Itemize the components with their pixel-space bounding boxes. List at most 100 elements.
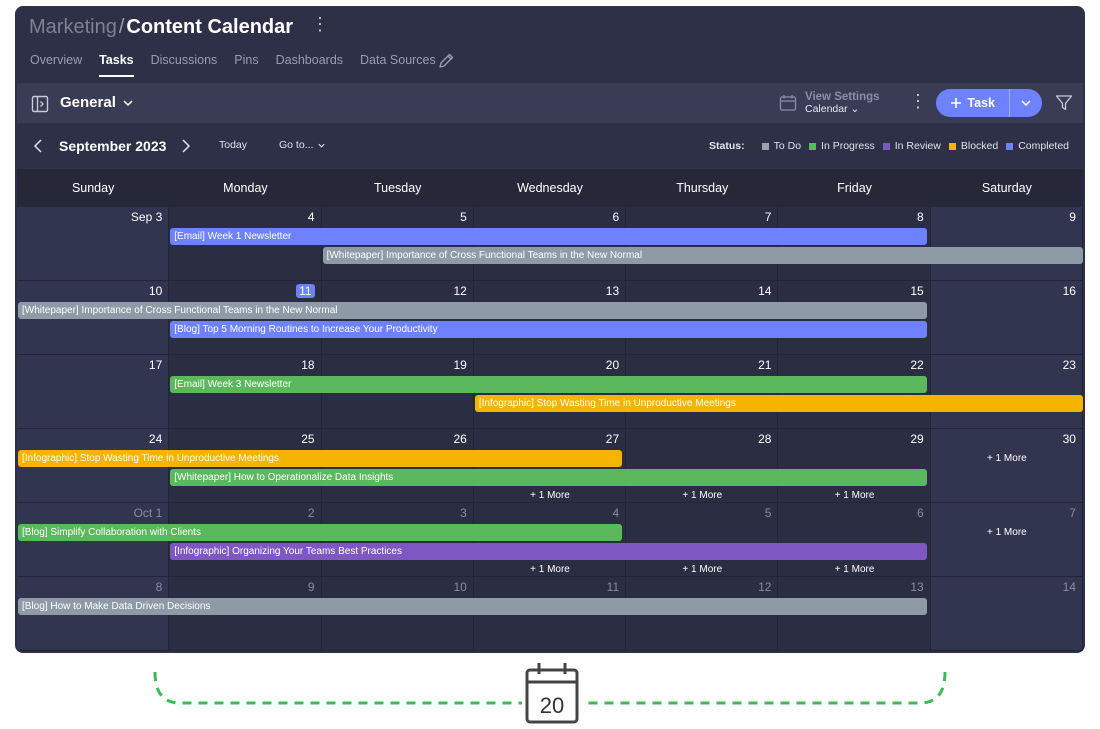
calendar-day-cell[interactable]: 30 [930, 429, 1083, 503]
more-events-link[interactable]: + 1 More [626, 564, 778, 575]
day-number: 4 [612, 506, 620, 520]
day-number: 12 [758, 580, 772, 594]
today-button[interactable]: Today [219, 139, 247, 151]
chevron-down-icon [123, 99, 133, 106]
more-events-link[interactable]: + 1 More [474, 564, 626, 575]
event-bar[interactable]: [Email] Week 1 Newsletter [170, 228, 927, 245]
event-bar[interactable]: [Whitepaper] Importance of Cross Functio… [322, 247, 1083, 264]
weekday-header: Friday [837, 181, 872, 195]
calendar-day-cell[interactable]: 23 [930, 355, 1083, 429]
more-events-link[interactable]: + 1 More [778, 490, 930, 501]
event-bar[interactable]: [Whitepaper] How to Operationalize Data … [170, 469, 927, 486]
tab-bar: Overview Tasks Discussions Pins Dashboar… [30, 53, 453, 77]
page-title: Content Calendar [126, 15, 294, 38]
calendar-day-cell[interactable]: 9 [930, 207, 1083, 281]
event-bar[interactable]: [Blog] Top 5 Morning Routines to Increas… [170, 321, 927, 338]
toolbar-more-icon[interactable]: ⋮ [909, 91, 927, 112]
day-number: 6 [917, 506, 924, 520]
chevron-down-icon [318, 143, 326, 148]
calendar-day-cell[interactable]: Sep 3 [17, 207, 170, 281]
event-bar[interactable]: [Email] Week 3 Newsletter [170, 376, 927, 393]
day-number: 15 [910, 284, 924, 298]
view-settings-button[interactable]: View Settings Calendar ⌄ [779, 91, 880, 115]
tab-discussions[interactable]: Discussions [151, 53, 218, 75]
calendar-day-cell[interactable]: 14 [930, 577, 1083, 651]
day-number: 2 [307, 506, 315, 520]
legend-swatch [882, 142, 890, 150]
event-bar[interactable]: [Blog] How to Make Data Driven Decisions [18, 598, 927, 615]
legend-item: In Review [882, 140, 941, 152]
day-number: 16 [1062, 284, 1076, 298]
day-number: 27 [605, 432, 620, 446]
day-number: 5 [764, 506, 772, 520]
tab-data-sources[interactable]: Data Sources [360, 53, 436, 75]
day-number: 3 [460, 506, 467, 520]
chevron-left-icon[interactable] [31, 138, 47, 154]
weekday-header: Wednesday [517, 181, 583, 195]
legend-item: Blocked [948, 140, 998, 152]
event-bar[interactable]: [Infographic] Stop Wasting Time in Unpro… [18, 450, 623, 467]
weekday-header: Saturday [981, 181, 1032, 195]
calendar-week-row: 10 11 12 13 14 15 16 [Whitepaper] Importance of… [17, 281, 1083, 355]
today-date-label: 11 [296, 284, 315, 298]
day-number: 6 [612, 210, 620, 224]
more-events-link[interactable]: + 1 More [931, 453, 1083, 464]
add-task-dropdown[interactable] [1009, 89, 1042, 117]
calendar-week-row: 8 9 10 11 12 13 14 [Blog] How to Make Data Driv… [17, 577, 1083, 651]
add-task-button[interactable]: Task [936, 89, 1042, 117]
view-selector[interactable]: General [60, 94, 134, 111]
plus-icon [951, 98, 962, 108]
more-events-link[interactable]: + 1 More [626, 490, 778, 501]
status-legend: Status: To Do In Progress In Review Blocked… [709, 140, 1069, 152]
calendar-day-cell[interactable]: 7 [930, 503, 1083, 577]
day-number: 10 [453, 580, 467, 594]
page-header: Marketing / Content Calendar [29, 12, 293, 42]
more-options-icon[interactable]: ⋮ [311, 14, 329, 34]
day-number: 18 [301, 358, 315, 372]
day-number: 13 [910, 580, 924, 594]
tab-overview[interactable]: Overview [30, 53, 82, 75]
event-bar[interactable]: [Blog] Simplify Collaboration with Clien… [18, 524, 623, 541]
sidebar-toggle-icon[interactable] [31, 95, 49, 113]
more-events-link[interactable]: + 1 More [474, 490, 626, 501]
day-number: 4 [307, 210, 315, 224]
weekday-header: Thursday [676, 181, 729, 195]
day-number: 21 [758, 358, 772, 372]
weekday-header: Monday [223, 181, 268, 195]
tab-dashboards[interactable]: Dashboards [276, 53, 343, 75]
calendar-icon [779, 95, 797, 111]
goto-label: Go to... [279, 139, 314, 151]
calendar-day-cell[interactable]: 17 [17, 355, 170, 429]
chevron-right-icon[interactable] [177, 138, 193, 154]
day-number: 14 [1062, 580, 1076, 594]
legend-label: To Do [773, 140, 802, 152]
legend-swatch [1006, 142, 1014, 150]
event-bar[interactable]: [Infographic] Stop Wasting Time in Unpro… [474, 395, 1083, 412]
event-bar[interactable]: [Whitepaper] Importance of Cross Functio… [18, 302, 927, 319]
calendar-day-cell[interactable]: 16 [930, 281, 1083, 355]
goto-dropdown[interactable]: Go to... [279, 139, 326, 151]
day-number: 8 [917, 210, 924, 224]
legend-label: Completed [1018, 140, 1069, 152]
legend-label: In Review [894, 140, 941, 152]
event-bar[interactable]: [Infographic] Organizing Your Teams Best… [170, 543, 927, 560]
tab-tasks[interactable]: Tasks [99, 53, 134, 77]
filter-icon[interactable] [1055, 94, 1073, 112]
day-number: 28 [758, 432, 772, 446]
breadcrumb-workspace[interactable]: Marketing [29, 16, 117, 39]
day-number: 29 [910, 432, 924, 446]
more-events-link[interactable]: + 1 More [778, 564, 930, 575]
legend-title: Status: [709, 140, 745, 152]
day-number: 7 [764, 210, 772, 224]
day-number: 11 [606, 580, 620, 594]
view-name-label: General [60, 94, 116, 111]
day-number: 7 [1069, 506, 1076, 520]
pencil-icon[interactable] [437, 52, 455, 70]
add-task-main[interactable]: Task [936, 89, 1009, 117]
tab-pins[interactable]: Pins [234, 53, 258, 75]
more-events-link[interactable]: + 1 More [931, 527, 1083, 538]
day-number: 26 [453, 432, 467, 446]
view-toolbar: General View Settings Calendar ⌄ ⋮ Task [17, 83, 1083, 123]
day-number: 22 [910, 358, 924, 372]
calendar-week-row: Oct 1 2 3 4 5 6 7 [Blog] Simplify Collaboration… [17, 503, 1083, 577]
